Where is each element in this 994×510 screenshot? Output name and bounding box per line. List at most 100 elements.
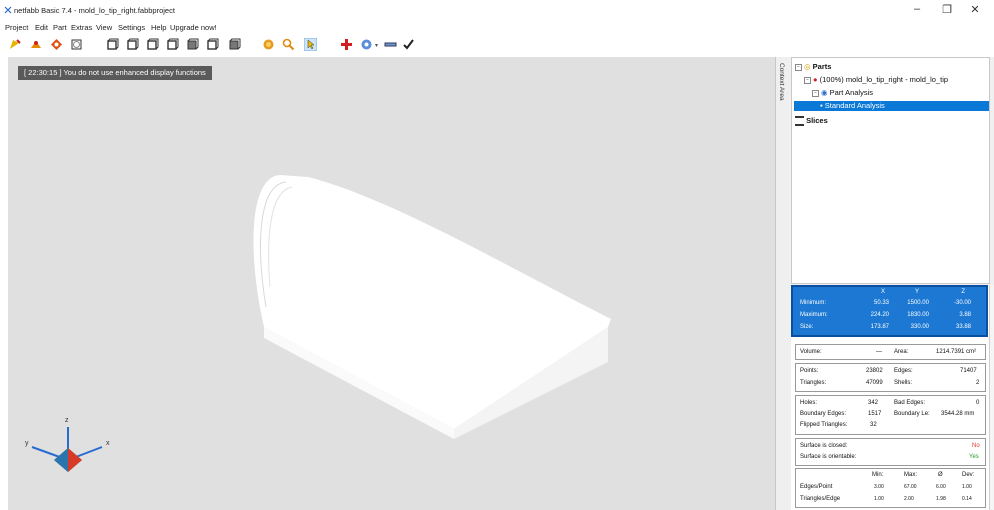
menu-edit[interactable]: Edit [35,23,48,32]
close-button[interactable]: ✕ [962,3,988,16]
flipped-label: Flipped Triangles: [800,422,848,428]
edges-label: Edges: [894,368,913,374]
zoom-icon[interactable] [282,38,295,51]
edges-value: 71407 [960,368,977,374]
new-project-icon[interactable] [8,38,21,51]
triangles-value: 47099 [866,380,883,386]
shells-value: 2 [976,380,980,386]
points-value: 23802 [866,368,883,374]
collapse-icon[interactable]: − [812,89,819,97]
analysis-icon: ◉ [821,88,828,97]
select-cursor-icon[interactable] [304,38,317,51]
closed-value: No [972,443,980,449]
edges-point-label: Edges/Point [800,484,833,490]
menu-project[interactable]: Project [5,23,28,32]
bounds-table: X Y Z Minimum: 50.33 1500.00 -30.00 Maxi… [791,285,988,337]
max-z: 3.88 [959,312,971,318]
triangles-edge-avg: 1.98 [936,496,946,502]
export-icon[interactable] [70,38,83,51]
menu-upgrade[interactable]: Upgrade now! [170,23,217,32]
axis-z-label: z [65,417,69,424]
triangles-edge-min: 1.00 [874,496,884,502]
context-area-label: Context Area [778,63,785,101]
view-right-icon[interactable] [166,38,179,51]
axis-y-label: y [25,440,29,447]
col-min-header: Min: [872,472,884,478]
axis-x-label: x [106,440,110,447]
holes-label: Holes: [800,400,818,406]
part-icon: ● [813,75,818,84]
size-x: 173.87 [870,324,889,330]
panel-scrollbar[interactable] [989,285,994,510]
slices-icon [795,116,804,127]
bad-edges-value: 0 [976,400,980,406]
min-label: Minimum: [800,300,827,306]
check-icon[interactable] [402,38,415,51]
size-y: 330.00 [910,324,929,330]
toolbar: ▾ [0,33,994,57]
triangles-label: Triangles: [800,380,827,386]
measure-dropdown-icon[interactable]: ▾ [375,42,378,49]
menu-view[interactable]: View [96,23,112,32]
part-top-face [253,175,611,429]
menu-extras[interactable]: Extras [71,23,92,32]
boundary-length-label: Boundary Le: [894,411,930,417]
shells-label: Shells: [894,380,913,386]
tree-item-part[interactable]: − ● (100%) mold_lo_tip_right - mold_lo_ti… [804,75,948,85]
volume-area-box: Volume: — Area: 1214.7391 cm² [795,344,986,360]
view-front-icon[interactable] [106,38,119,51]
view-perspective-icon[interactable] [228,38,241,51]
view-back-icon[interactable] [126,38,139,51]
max-y: 1830.00 [907,312,929,318]
min-z: -30.00 [953,300,971,306]
project-tree[interactable]: − ◎ Parts − ● (100%) mold_lo_tip_right - m… [791,57,990,284]
collapse-icon[interactable]: − [795,63,802,71]
distribution-table: Min: Max: Ø Dev: Edges/Point 3.00 67.00 … [795,468,986,508]
bad-edges-label: Bad Edges: [894,400,926,406]
boundary-edges-value: 1517 [868,411,882,417]
restore-button[interactable]: ❐ [934,3,960,16]
points-label: Points: [800,368,819,374]
size-label: Size: [800,324,814,330]
tree-item-standard-analysis[interactable]: ▪ Standard Analysis [820,101,885,111]
add-icon[interactable] [340,38,353,51]
open-part-icon[interactable] [30,38,43,51]
closed-label: Surface is closed: [800,443,848,449]
title-bar: netfabb Basic 7.4 - mold_lo_tip_right.fa… [0,0,994,22]
menu-settings[interactable]: Settings [118,23,145,32]
context-area-tab[interactable]: Context Area [775,57,790,510]
tree-item-part-analysis[interactable]: − ◉ Part Analysis [812,88,873,98]
measure-icon[interactable] [360,38,373,51]
tree-item-slices[interactable]: Slices [795,116,828,127]
repair-icon[interactable] [50,38,63,51]
part-mesh-view[interactable] [8,57,775,510]
surface-box: Surface is closed: No Surface is orienta… [795,438,986,466]
triangles-edge-label: Triangles/Edge [800,496,841,502]
edges-point-avg: 6.00 [936,484,946,490]
view-left-icon[interactable] [146,38,159,51]
edges-point-dev: 1.00 [962,484,972,490]
window-title: netfabb Basic 7.4 - mold_lo_tip_right.fa… [14,6,175,15]
view-bottom-icon[interactable] [206,38,219,51]
col-y-header: Y [914,289,919,295]
col-x-header: X [880,289,885,295]
menu-part[interactable]: Part [53,23,67,32]
cut-icon[interactable] [384,38,397,51]
standard-analysis-icon: ▪ [820,101,823,110]
menu-bar: Project Edit Part Extras View Settings H… [0,22,994,33]
max-label: Maximum: [800,312,828,318]
collapse-icon[interactable]: − [804,76,811,84]
minimize-button[interactable]: – [904,3,930,15]
tree-item-parts[interactable]: − ◎ Parts [795,62,831,72]
analysis-panel: X Y Z Minimum: 50.33 1500.00 -30.00 Maxi… [791,285,991,510]
volume-value: — [876,349,882,355]
min-x: 50.33 [873,300,889,306]
edge-stats-box: Holes: 342 Bad Edges: 0 Boundary Edges: … [795,395,986,435]
parts-icon: ◎ [804,62,811,71]
zoom-all-icon[interactable] [262,38,275,51]
area-value: 1214.7391 cm² [936,349,977,355]
menu-help[interactable]: Help [151,23,166,32]
view-top-icon[interactable] [186,38,199,51]
col-max-header: Max: [904,472,918,478]
3d-viewport[interactable]: [ 22:30:15 ] You do not use enhanced dis… [8,57,775,510]
